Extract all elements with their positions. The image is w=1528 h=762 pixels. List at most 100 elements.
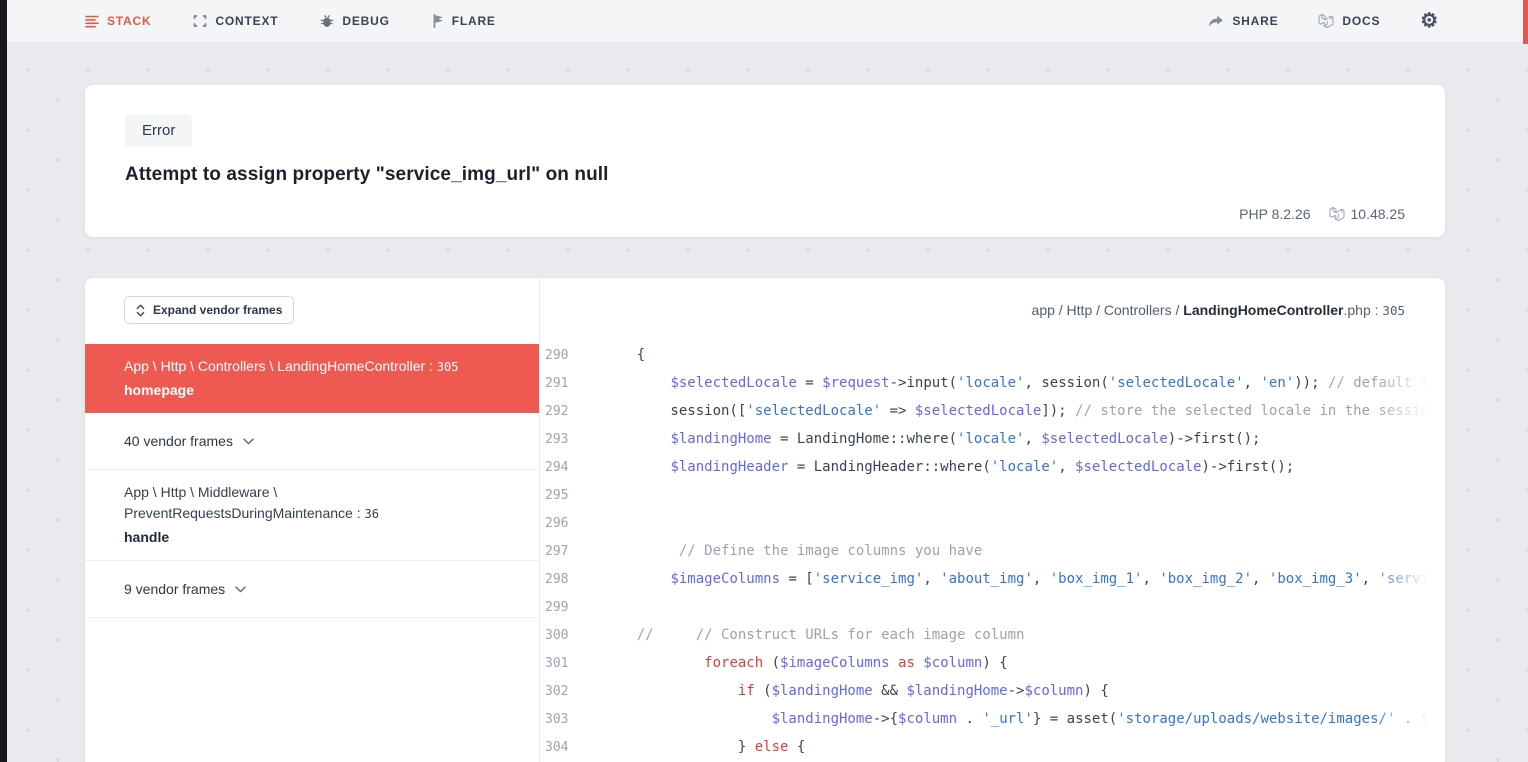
- breadcrumb-line-number: 305: [1382, 303, 1405, 318]
- code-content: $imageColumns = ['service_img', 'about_i…: [603, 571, 1429, 587]
- code-line: 293 $landingHome = LandingHome::where('l…: [540, 425, 1445, 453]
- vendor-frames-toggle[interactable]: 9 vendor frames: [85, 561, 539, 618]
- line-number: 296: [540, 516, 603, 531]
- code-lines: 290 {291 $selectedLocale = $request->inp…: [540, 341, 1445, 761]
- line-number: 293: [540, 432, 603, 447]
- code-line: 302 if ($landingHome && $landingHome->$c…: [540, 677, 1445, 705]
- share-button[interactable]: SHARE: [1208, 14, 1278, 28]
- expand-vendor-frames-button[interactable]: Expand vendor frames: [124, 296, 294, 324]
- flare-flag-icon: [432, 14, 444, 28]
- code-content: foreach ($imageColumns as $column) {: [603, 655, 1008, 671]
- frame-method: handle: [124, 529, 500, 545]
- vendor-frames-label: 40 vendor frames: [124, 433, 233, 449]
- code-line: 299: [540, 593, 1445, 621]
- scrollbar-thumb[interactable]: [1523, 0, 1528, 44]
- line-number: 294: [540, 460, 603, 475]
- window-left-edge: [0, 0, 7, 762]
- code-line: 294 $landingHeader = LandingHeader::wher…: [540, 453, 1445, 481]
- tab-stack[interactable]: STACK: [85, 14, 151, 28]
- topbar-tabs: STACK CONTEXT DEBUG FLARE: [85, 14, 496, 28]
- share-label: SHARE: [1232, 14, 1278, 28]
- code-content: $selectedLocale = $request->input('local…: [603, 375, 1429, 391]
- line-number: 298: [540, 572, 603, 587]
- line-number: 297: [540, 544, 603, 559]
- frame-path: App \ Http \ Middleware \: [124, 482, 500, 503]
- breadcrumb-filename: LandingHomeController: [1183, 302, 1343, 318]
- tab-context[interactable]: CONTEXT: [193, 14, 278, 28]
- code-line: 304 } else {: [540, 733, 1445, 761]
- tab-label: CONTEXT: [215, 14, 278, 28]
- code-content: $landingHeader = LandingHeader::where('l…: [603, 459, 1294, 475]
- error-type-badge: Error: [125, 114, 192, 147]
- php-version: PHP 8.2.26: [1239, 206, 1310, 222]
- stack-trace-card: Expand vendor frames App \ Http \ Contro…: [85, 278, 1445, 762]
- tab-flare[interactable]: FLARE: [432, 14, 496, 28]
- frame-method: homepage: [124, 382, 500, 398]
- code-content: $landingHome->{$column . '_url'} = asset…: [603, 711, 1429, 727]
- code-line: 291 $selectedLocale = $request->input('l…: [540, 369, 1445, 397]
- frame-path: App \ Http \ Controllers \ LandingHomeCo…: [124, 356, 500, 378]
- topbar: STACK CONTEXT DEBUG FLARE SHARE DOCS ⚙: [0, 0, 1528, 43]
- stack-lines-icon: [85, 15, 99, 28]
- tab-label: DEBUG: [342, 14, 389, 28]
- laravel-icon: [1329, 206, 1345, 222]
- tab-label: FLARE: [452, 14, 496, 28]
- framework-version-group: 10.48.25: [1329, 206, 1406, 222]
- error-card: Error Attempt to assign property "servic…: [85, 85, 1445, 237]
- tab-debug[interactable]: DEBUG: [320, 14, 389, 28]
- version-info: PHP 8.2.26 10.48.25: [1239, 206, 1405, 222]
- stack-frame-selected[interactable]: App \ Http \ Controllers \ LandingHomeCo…: [85, 344, 539, 413]
- line-number: 292: [540, 404, 603, 419]
- code-line: 292 session(['selectedLocale' => $select…: [540, 397, 1445, 425]
- code-content: {: [603, 347, 645, 363]
- code-line: 290 {: [540, 341, 1445, 369]
- code-line: 295: [540, 481, 1445, 509]
- line-number: 300: [540, 628, 603, 643]
- error-message: Attempt to assign property "service_img_…: [125, 164, 1405, 186]
- expand-vendor-frames-label: Expand vendor frames: [153, 303, 282, 317]
- line-number: 304: [540, 740, 603, 755]
- code-line: 298 $imageColumns = ['service_img', 'abo…: [540, 565, 1445, 593]
- code-line: 300 // // Construct URLs for each image …: [540, 621, 1445, 649]
- code-line: 297 // Define the image columns you have: [540, 537, 1445, 565]
- frame-path: PreventRequestsDuringMaintenance : 36: [124, 503, 500, 525]
- vendor-frames-toggle[interactable]: 40 vendor frames: [85, 413, 539, 470]
- line-number: 291: [540, 376, 603, 391]
- breadcrumb-extension: .php :: [1344, 302, 1383, 318]
- expand-vertical-icon: [136, 304, 145, 317]
- vendor-frames-label: 9 vendor frames: [124, 581, 225, 597]
- laravel-version: 10.48.25: [1351, 206, 1406, 222]
- context-brackets-icon: [193, 15, 207, 27]
- stack-frame[interactable]: App \ Http \ Middleware \PreventRequests…: [85, 470, 539, 561]
- code-content: // // Construct URLs for each image colu…: [603, 627, 1024, 643]
- file-path-breadcrumb: app / Http / Controllers / LandingHomeCo…: [1032, 302, 1405, 318]
- docs-button[interactable]: DOCS: [1318, 13, 1380, 29]
- stack-frames: App \ Http \ Controllers \ LandingHomeCo…: [85, 344, 539, 618]
- bug-icon: [320, 14, 334, 28]
- code-line: 303 $landingHome->{$column . '_url'} = a…: [540, 705, 1445, 733]
- line-number: 299: [540, 600, 603, 615]
- settings-button[interactable]: ⚙: [1420, 11, 1439, 31]
- chevron-down-icon: [235, 586, 246, 593]
- code-line: 296: [540, 509, 1445, 537]
- frame-line-number: 305: [437, 360, 459, 374]
- line-number: 302: [540, 684, 603, 699]
- laravel-icon: [1318, 13, 1334, 29]
- stack-frames-sidebar: Expand vendor frames App \ Http \ Contro…: [85, 278, 540, 762]
- breadcrumb-path: app / Http / Controllers /: [1032, 302, 1184, 318]
- code-content: // Define the image columns you have: [603, 543, 982, 559]
- code-content: } else {: [603, 739, 805, 755]
- gear-icon: ⚙: [1420, 11, 1439, 31]
- tab-label: STACK: [107, 14, 151, 28]
- topbar-actions: SHARE DOCS ⚙: [1208, 11, 1439, 31]
- share-arrow-icon: [1208, 15, 1224, 28]
- chevron-down-icon: [243, 438, 254, 445]
- line-number: 303: [540, 712, 603, 727]
- line-number: 301: [540, 656, 603, 671]
- code-content: if ($landingHome && $landingHome->$colum…: [603, 683, 1109, 699]
- code-panel: app / Http / Controllers / LandingHomeCo…: [540, 278, 1445, 762]
- line-number: 290: [540, 348, 603, 363]
- frame-line-number: 36: [364, 507, 378, 521]
- line-number: 295: [540, 488, 603, 503]
- code-line: 301 foreach ($imageColumns as $column) {: [540, 649, 1445, 677]
